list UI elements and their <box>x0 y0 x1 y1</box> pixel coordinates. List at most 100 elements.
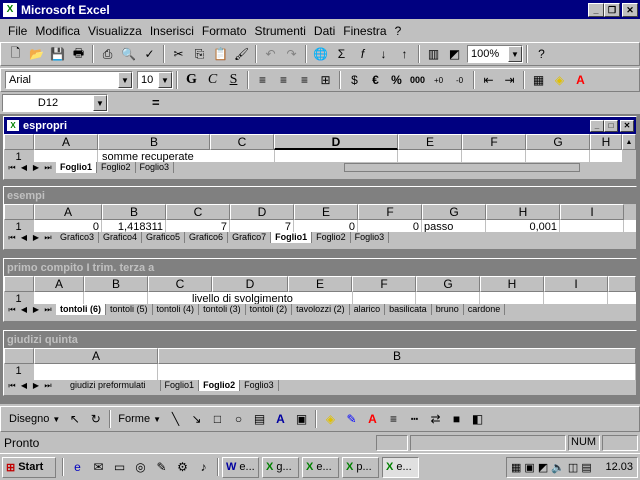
cell[interactable] <box>274 150 398 162</box>
horizontal-scrollbar[interactable] <box>344 163 581 172</box>
column-header[interactable]: E <box>294 204 358 220</box>
free-rotate-icon[interactable]: ↻ <box>85 409 106 429</box>
merge-center-icon[interactable]: ⊞ <box>315 70 336 90</box>
italic-button[interactable]: C <box>202 70 223 90</box>
arrow-style-icon[interactable]: ⇄ <box>425 409 446 429</box>
column-header[interactable]: B <box>158 348 636 364</box>
close-button[interactable]: ✕ <box>622 2 638 17</box>
draw-menu-button[interactable]: Disegno ▼ <box>5 413 64 425</box>
cell[interactable]: 7 <box>230 220 294 232</box>
cell[interactable] <box>462 150 526 162</box>
column-header[interactable]: C <box>210 134 274 150</box>
sheet-tab[interactable]: tontoli (6) <box>56 304 106 315</box>
line-color-icon[interactable]: ✎ <box>341 409 362 429</box>
sheet-tab[interactable]: Grafico3 <box>56 232 100 243</box>
column-header-partial[interactable] <box>608 276 636 292</box>
column-header[interactable]: B <box>98 134 210 150</box>
minimize-button[interactable]: _ <box>588 2 604 17</box>
column-header[interactable]: A <box>34 348 158 364</box>
function-icon[interactable]: f <box>352 44 373 64</box>
task-button-active[interactable]: X e... <box>382 456 419 478</box>
tray-icon[interactable]: ▤ <box>581 461 591 474</box>
column-header[interactable]: D <box>212 276 288 292</box>
redo-icon[interactable]: ↷ <box>281 44 302 64</box>
prev-sheet-icon[interactable]: ◀ <box>18 381 30 391</box>
sheet-tab[interactable]: tavolozzi (2) <box>292 304 350 315</box>
autoshapes-menu-button[interactable]: Forme ▼ <box>114 413 165 425</box>
chevron-down-icon[interactable]: ▼ <box>93 94 107 111</box>
euro-button[interactable]: € <box>365 70 386 90</box>
oval-icon[interactable]: ○ <box>228 409 249 429</box>
workbook-title-bar[interactable]: esempi <box>4 187 636 204</box>
sheet-tab[interactable]: giudizi preformulati <box>56 380 161 391</box>
print-preview-icon[interactable]: 🖶 <box>68 44 89 64</box>
menu-formato[interactable]: Formato <box>198 24 251 38</box>
spelling-icon[interactable]: ✓ <box>139 44 160 64</box>
select-all-corner[interactable] <box>4 134 34 150</box>
format-painter-icon[interactable]: 🖌 <box>231 44 252 64</box>
column-header[interactable]: C <box>148 276 212 292</box>
line-style-icon[interactable]: ≡ <box>383 409 404 429</box>
cut-icon[interactable]: ✂ <box>168 44 189 64</box>
help-icon[interactable]: ? <box>531 44 552 64</box>
cell[interactable] <box>398 150 462 162</box>
sort-descending-icon[interactable]: ↑ <box>394 44 415 64</box>
select-objects-icon[interactable]: ↖ <box>64 409 85 429</box>
column-header[interactable]: H <box>486 204 560 220</box>
column-header[interactable]: G <box>526 134 590 150</box>
cell[interactable] <box>544 292 608 304</box>
cell[interactable] <box>34 292 84 304</box>
save-icon[interactable]: 💾 <box>47 44 68 64</box>
borders-icon[interactable]: ▦ <box>528 70 549 90</box>
menu-help[interactable]: ? <box>391 24 406 38</box>
bold-button[interactable]: G <box>181 70 202 90</box>
menu-visualizza[interactable]: Visualizza <box>84 24 146 38</box>
sheet-tab[interactable]: Foglio2 <box>199 380 241 391</box>
task-button[interactable]: W e... <box>222 456 259 478</box>
sheet-tab[interactable]: Foglio3 <box>136 162 175 173</box>
euro-currency-icon[interactable]: $ <box>344 70 365 90</box>
arrow-icon[interactable]: ↘ <box>186 409 207 429</box>
shadow-icon[interactable]: ■ <box>446 409 467 429</box>
column-header[interactable]: I <box>544 276 608 292</box>
sheet-tab[interactable]: tontoli (4) <box>153 304 200 315</box>
cell[interactable] <box>416 292 480 304</box>
sheet-tab[interactable]: Foglio2 <box>312 232 351 243</box>
cell[interactable]: 1,418311 <box>102 220 166 232</box>
excel-icon[interactable]: X <box>3 2 17 17</box>
fill-color-icon[interactable]: ◈ <box>549 70 570 90</box>
font-color-icon[interactable]: A <box>362 409 383 429</box>
new-icon[interactable]: 🗋 <box>5 44 26 64</box>
percent-button[interactable]: % <box>386 70 407 90</box>
first-sheet-icon[interactable]: ⏮ <box>6 381 18 391</box>
sheet-tab[interactable]: tontoli (5) <box>106 304 153 315</box>
task-button[interactable]: X e... <box>302 456 339 478</box>
column-header[interactable]: H <box>590 134 622 150</box>
formula-input[interactable] <box>167 93 636 112</box>
cell[interactable] <box>526 150 590 162</box>
column-header[interactable]: A <box>34 134 98 150</box>
sheet-tab[interactable]: cardone <box>464 304 506 315</box>
open-icon[interactable]: 📂 <box>26 44 47 64</box>
row-header[interactable]: 1 <box>4 150 34 162</box>
prev-sheet-icon[interactable]: ◀ <box>18 163 30 173</box>
dash-style-icon[interactable]: ┅ <box>404 409 425 429</box>
cell[interactable]: somme recuperate <box>98 150 210 162</box>
sheet-tab[interactable]: Grafico6 <box>185 232 229 243</box>
autosum-icon[interactable]: Σ <box>331 44 352 64</box>
drawing-icon[interactable]: ◩ <box>444 44 465 64</box>
first-sheet-icon[interactable]: ⏮ <box>6 233 18 243</box>
workbook-window-giudizi-quinta[interactable]: giudizi quinta A B 1 ⏮ ◀ ▶ ⏭ giudizi prefor… <box>3 330 637 396</box>
sheet-tab[interactable]: alarico <box>350 304 386 315</box>
last-sheet-icon[interactable]: ⏭ <box>42 381 54 391</box>
task-button[interactable]: X p... <box>342 456 379 478</box>
column-header[interactable]: E <box>288 276 352 292</box>
cell[interactable]: 7 <box>166 220 230 232</box>
increase-decimal-icon[interactable]: +0 <box>428 70 449 90</box>
tray-icon[interactable]: ▦ <box>511 461 521 474</box>
column-header[interactable]: C <box>166 204 230 220</box>
cell[interactable] <box>34 364 158 380</box>
sort-ascending-icon[interactable]: ↓ <box>373 44 394 64</box>
next-sheet-icon[interactable]: ▶ <box>30 163 42 173</box>
first-sheet-icon[interactable]: ⏮ <box>6 163 18 173</box>
